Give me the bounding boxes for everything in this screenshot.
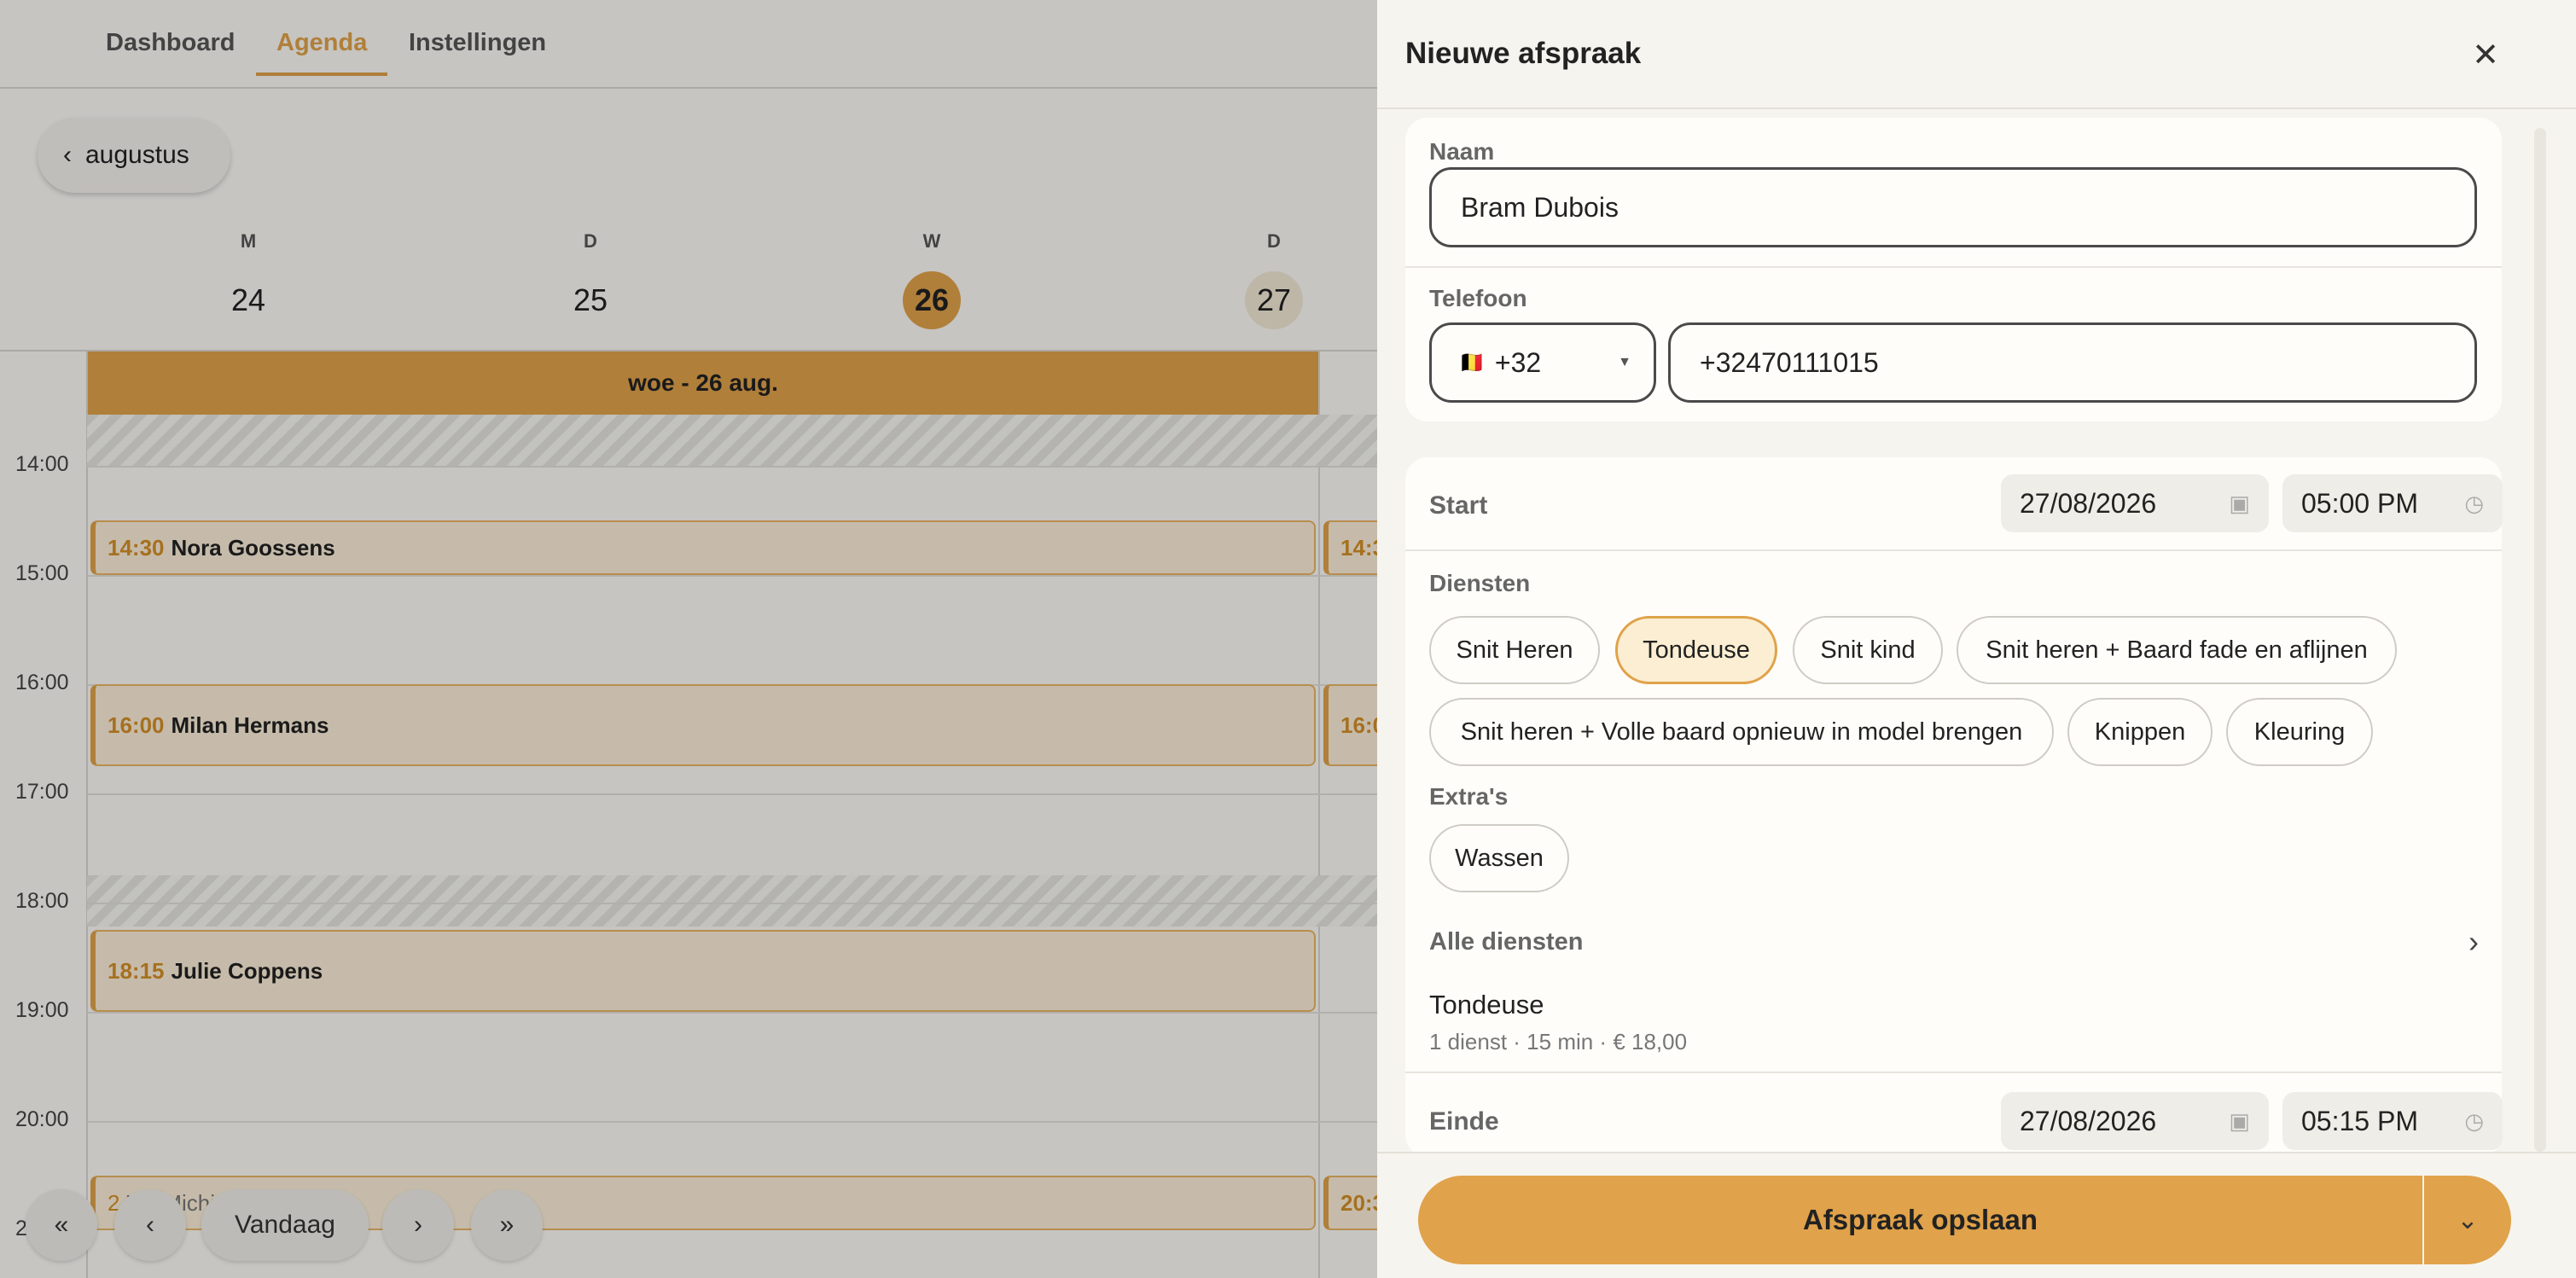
save-options-button[interactable]: ⌄: [2424, 1176, 2511, 1264]
chevron-down-icon: ⌄: [2457, 1205, 2479, 1234]
panel-title: Nieuwe afspraak: [1405, 37, 1642, 70]
end-time-field[interactable]: 05:15 PM ◷: [2282, 1092, 2503, 1150]
start-time-field[interactable]: 05:00 PM ◷: [2282, 474, 2503, 532]
start-label: Start: [1429, 491, 1488, 520]
clock-icon: ◷: [2464, 490, 2484, 516]
phone-label: Telefoon: [1429, 285, 1527, 311]
extra-chip[interactable]: Wassen: [1429, 824, 1569, 892]
services-label: Diensten: [1429, 570, 1531, 596]
service-chip[interactable]: Snit heren + Volle baard opnieuw in mode…: [1429, 698, 2054, 766]
belgium-flag-icon: 🇧🇪: [1459, 351, 1485, 375]
end-label: Einde: [1429, 1107, 1499, 1136]
chevron-right-icon: ›: [2468, 924, 2479, 959]
service-chip[interactable]: Snit heren + Baard fade en aflijnen: [1957, 616, 2397, 684]
service-chip[interactable]: Snit kind: [1793, 616, 1943, 684]
client-card: Naam Bram Dubois Telefoon 🇧🇪 +32 ▼ +3247…: [1405, 118, 2502, 421]
panel-header: Nieuwe afspraak ✕: [1377, 0, 2576, 109]
country-code-value: +32: [1494, 346, 1542, 378]
phone-field[interactable]: +32470111015: [1668, 322, 2477, 403]
divider: [1405, 1072, 2502, 1073]
calendar-icon: ▣: [2229, 1107, 2250, 1134]
service-chip[interactable]: Kleuring: [2226, 698, 2373, 766]
start-date-value: 27/08/2026: [2020, 487, 2157, 519]
end-date-value: 27/08/2026: [2020, 1105, 2157, 1136]
service-chip[interactable]: Snit Heren: [1429, 616, 1600, 684]
service-chip[interactable]: Knippen: [2067, 698, 2213, 766]
summary-detail: 1 dienst · 15 min · € 18,00: [1429, 1029, 1688, 1054]
start-time-value: 05:00 PM: [2301, 487, 2418, 519]
end-date-field[interactable]: 27/08/2026 ▣: [2001, 1092, 2269, 1150]
service-chip-selected[interactable]: Tondeuse: [1615, 616, 1777, 684]
divider: [1405, 549, 2502, 551]
summary-title: Tondeuse: [1429, 990, 1544, 1019]
scrollbar[interactable]: [2534, 128, 2546, 1152]
all-services-row[interactable]: Alle diensten ›: [1429, 923, 2479, 961]
country-code-select[interactable]: 🇧🇪 +32 ▼: [1429, 322, 1656, 403]
new-appointment-panel: Nieuwe afspraak ✕ Naam Bram Dubois Telef…: [1377, 0, 2576, 1278]
modal-backdrop[interactable]: [0, 0, 1377, 1278]
name-label: Naam: [1429, 138, 1495, 165]
end-time-value: 05:15 PM: [2301, 1105, 2418, 1136]
caret-down-icon: ▼: [1618, 355, 1631, 369]
clock-icon: ◷: [2464, 1107, 2484, 1134]
save-bar: Afspraak opslaan ⌄: [1377, 1152, 2576, 1278]
extras-label: Extra's: [1429, 783, 1509, 810]
save-appointment-button[interactable]: Afspraak opslaan: [1418, 1176, 2422, 1264]
name-field[interactable]: Bram Dubois: [1429, 167, 2477, 247]
close-icon[interactable]: ✕: [2465, 34, 2506, 75]
start-date-field[interactable]: 27/08/2026 ▣: [2001, 474, 2269, 532]
calendar-icon: ▣: [2229, 490, 2250, 516]
appointment-card: Start 27/08/2026 ▣ 05:00 PM ◷ Diensten S…: [1405, 457, 2503, 1157]
all-services-label: Alle diensten: [1429, 927, 1584, 956]
divider: [1405, 266, 2502, 268]
